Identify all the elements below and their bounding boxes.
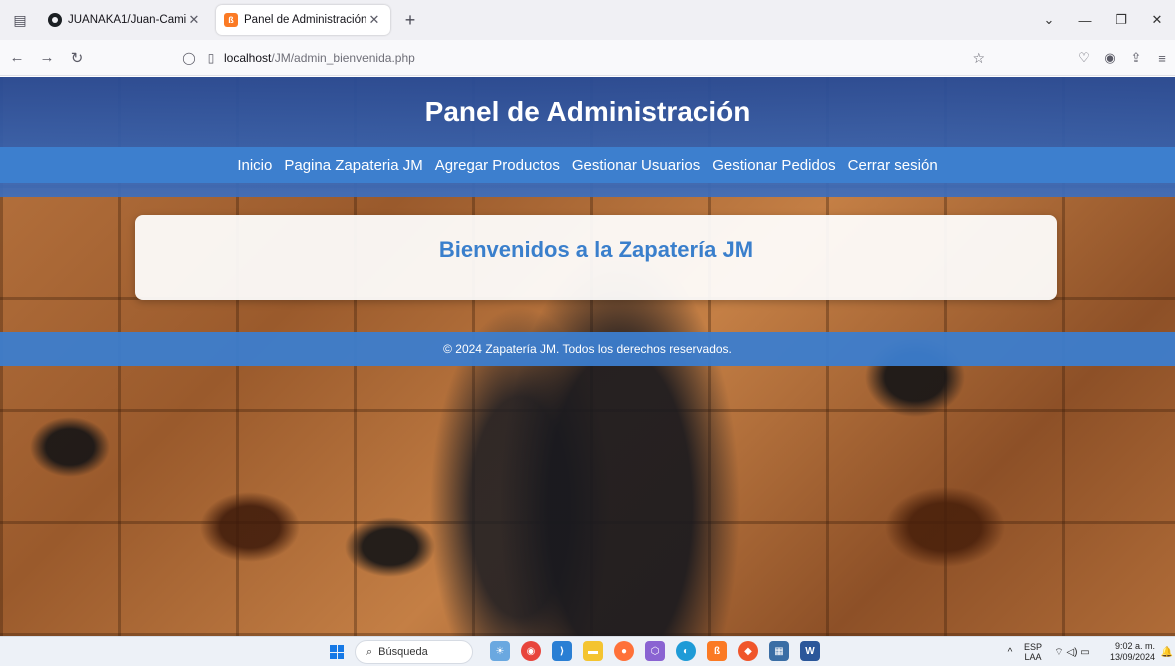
back-icon[interactable]: ← bbox=[4, 45, 30, 71]
postman-icon[interactable]: ◆ bbox=[738, 641, 758, 661]
file-explorer-icon[interactable]: ▬ bbox=[583, 641, 603, 661]
nav-link-agregar-productos[interactable]: Agregar Productos bbox=[435, 157, 560, 174]
page-title: Panel de Administración bbox=[424, 96, 751, 127]
chrome-icon[interactable]: ◉ bbox=[521, 641, 541, 661]
edge-icon[interactable]: ◐ bbox=[676, 641, 696, 661]
restore-icon[interactable]: ❐ bbox=[1103, 12, 1139, 28]
page-header: Panel de Administración bbox=[0, 77, 1175, 147]
window-controls: ⌄ — ❐ ✕ bbox=[1031, 0, 1175, 40]
extensions-icon[interactable]: ⇪ bbox=[1123, 50, 1149, 66]
windows-start-icon[interactable] bbox=[330, 645, 344, 659]
tab-list-icon[interactable]: ▤ bbox=[6, 6, 34, 34]
chevron-down-icon[interactable]: ⌄ bbox=[1031, 12, 1067, 28]
bookmark-star-icon[interactable]: ☆ bbox=[972, 50, 985, 67]
shield-app-icon[interactable]: ⬡ bbox=[645, 641, 665, 661]
system-tray: ^ ESP LAA ⌔ ◁) ▭ 9:02 a. m. 13/09/2024 🔔 bbox=[1001, 637, 1175, 666]
toolbar-right: ♡ ◉ ⇪ ≡ bbox=[1071, 40, 1175, 76]
page-viewport: Panel de Administración Inicio Pagina Za… bbox=[0, 77, 1175, 636]
tab-github[interactable]: JUANAKA1/Juan-Camilo-Prieto ✕ bbox=[40, 5, 210, 35]
welcome-card: Bienvenidos a la Zapatería JM bbox=[135, 215, 1057, 300]
taskbar-apps: ☀ ◉ ⟩ ▬ ● ⬡ ◐ ß ◆ ▦ W bbox=[490, 641, 831, 661]
clock[interactable]: 9:02 a. m. 13/09/2024 bbox=[1097, 641, 1159, 663]
nav-link-inicio[interactable]: Inicio bbox=[237, 157, 272, 174]
welcome-title: Bienvenidos a la Zapatería JM bbox=[438, 237, 754, 262]
notification-bell-icon[interactable]: 🔔 bbox=[1159, 647, 1175, 658]
new-tab-button[interactable]: + bbox=[396, 6, 424, 34]
footer-text: © 2024 Zapatería JM. Todos los derechos … bbox=[443, 342, 732, 356]
browser-tab-bar: ▤ JUANAKA1/Juan-Camilo-Prieto ✕ ß Panel … bbox=[0, 0, 1175, 40]
nav-link-gestionar-usuarios[interactable]: Gestionar Usuarios bbox=[572, 157, 700, 174]
nav-link-cerrar-sesion[interactable]: Cerrar sesión bbox=[848, 157, 938, 174]
url-host: localhost bbox=[224, 51, 272, 65]
taskbar-search[interactable]: ⌕ Búsqueda bbox=[355, 640, 473, 664]
nav-link-pagina-zapateria[interactable]: Pagina Zapateria JM bbox=[284, 157, 422, 174]
clock-date: 13/09/2024 bbox=[1109, 652, 1155, 662]
minimize-icon[interactable]: — bbox=[1067, 13, 1103, 28]
tab-title: JUANAKA1/Juan-Camilo-Prieto bbox=[68, 14, 186, 26]
forward-icon[interactable]: → bbox=[34, 45, 60, 71]
shield-icon[interactable]: ◯ bbox=[180, 51, 198, 65]
xampp-icon: ß bbox=[224, 13, 238, 27]
url-bar[interactable]: ◯ ▯ localhost/JM/admin_bienvenida.php ☆ bbox=[180, 45, 995, 71]
account-icon[interactable]: ◉ bbox=[1097, 50, 1123, 66]
vscode-icon[interactable]: ⟩ bbox=[552, 641, 572, 661]
language-code: ESP bbox=[1023, 642, 1042, 652]
search-icon: ⌕ bbox=[366, 645, 373, 658]
nav-link-gestionar-pedidos[interactable]: Gestionar Pedidos bbox=[712, 157, 835, 174]
keyboard-layout: LAA bbox=[1024, 652, 1042, 662]
main-nav: Inicio Pagina Zapateria JM Agregar Produ… bbox=[0, 147, 1175, 183]
page-footer: © 2024 Zapatería JM. Todos los derechos … bbox=[0, 332, 1175, 366]
chevron-up-icon[interactable]: ^ bbox=[1001, 647, 1019, 658]
search-placeholder: Búsqueda bbox=[378, 646, 428, 658]
xampp-icon[interactable]: ß bbox=[707, 641, 727, 661]
word-icon[interactable]: W bbox=[800, 641, 820, 661]
tab-title: Panel de Administración - Zapa bbox=[244, 14, 366, 26]
tab-admin-panel[interactable]: ß Panel de Administración - Zapa ✕ bbox=[216, 5, 390, 35]
close-window-icon[interactable]: ✕ bbox=[1139, 12, 1175, 28]
close-icon[interactable]: ✕ bbox=[186, 12, 202, 28]
github-icon bbox=[48, 13, 62, 27]
browser-navigation-bar: ← → ↻ ◯ ▯ localhost/JM/admin_bienvenida.… bbox=[0, 40, 1175, 76]
windows-taskbar: ⌕ Búsqueda ☀ ◉ ⟩ ▬ ● ⬡ ◐ ß ◆ ▦ W ^ ESP L… bbox=[0, 636, 1175, 666]
network-volume-battery-icons[interactable]: ⌔ ◁) ▭ bbox=[1047, 646, 1097, 659]
close-icon[interactable]: ✕ bbox=[366, 12, 382, 28]
clock-time: 9:02 a. m. bbox=[1114, 641, 1155, 651]
widgets-icon[interactable]: ☀ bbox=[490, 641, 510, 661]
pocket-icon[interactable]: ♡ bbox=[1071, 50, 1097, 66]
reload-icon[interactable]: ↻ bbox=[64, 45, 90, 71]
menu-icon[interactable]: ≡ bbox=[1149, 51, 1175, 66]
url-path: /JM/admin_bienvenida.php bbox=[271, 51, 415, 65]
firefox-icon[interactable]: ● bbox=[614, 641, 634, 661]
page-icon: ▯ bbox=[207, 51, 215, 65]
language-indicator[interactable]: ESP LAA bbox=[1019, 642, 1047, 662]
mysql-icon[interactable]: ▦ bbox=[769, 641, 789, 661]
